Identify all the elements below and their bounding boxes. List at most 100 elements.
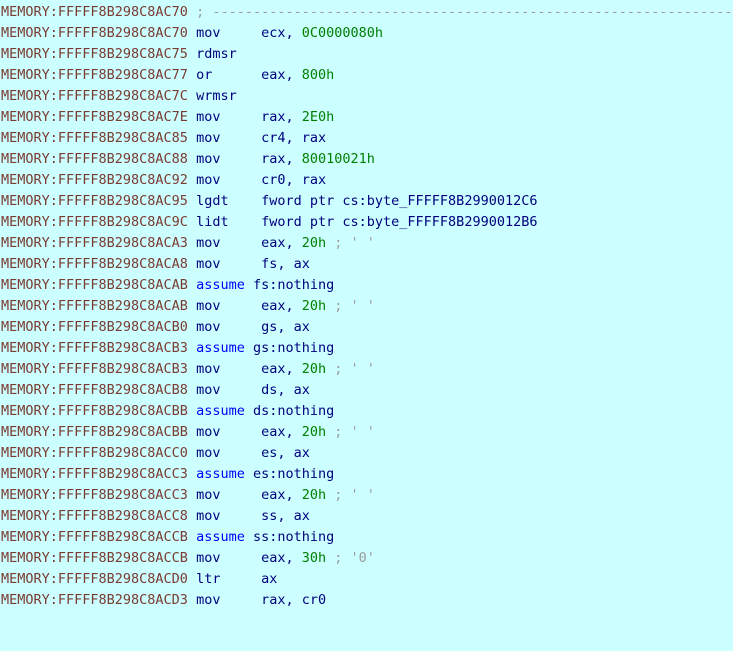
column-gap: [188, 592, 196, 608]
address-prefix: MEMORY:FFFFF8B298C8AC70: [1, 4, 188, 20]
disassembly-line[interactable]: MEMORY:FFFFF8B298C8AC70 mov ecx, 0C00000…: [1, 23, 733, 44]
token-mnem: mov: [196, 445, 262, 461]
address-prefix: MEMORY:FFFFF8B298C8ACB3: [1, 340, 188, 356]
token-reg: eax,: [261, 67, 302, 83]
token-reg: rax, cr0: [261, 592, 327, 608]
token-num: 80010021h: [301, 151, 375, 167]
address-prefix: MEMORY:FFFFF8B298C8AC95: [1, 193, 188, 209]
disassembly-line[interactable]: MEMORY:FFFFF8B298C8ACCB assume ss:nothin…: [1, 527, 733, 548]
disassembly-line[interactable]: MEMORY:FFFFF8B298C8AC92 mov cr0, rax: [1, 170, 733, 191]
column-gap: [188, 529, 196, 545]
disassembly-line[interactable]: MEMORY:FFFFF8B298C8AC7E mov rax, 2E0h: [1, 107, 733, 128]
address-prefix: MEMORY:FFFFF8B298C8ACB3: [1, 361, 188, 377]
disassembly-line[interactable]: MEMORY:FFFFF8B298C8ACC3 assume es:nothin…: [1, 464, 733, 485]
token-mnem: mov: [196, 151, 262, 167]
token-mnem: mov: [196, 256, 262, 272]
token-mnem: mov: [196, 592, 262, 608]
disassembly-line[interactable]: MEMORY:FFFFF8B298C8ACBB mov eax, 20h ; '…: [1, 422, 733, 443]
token-keyword: assume: [196, 340, 253, 356]
token-reg: fs, ax: [261, 256, 310, 272]
disassembly-line[interactable]: MEMORY:FFFFF8B298C8AC95 lgdt fword ptr c…: [1, 191, 733, 212]
token-reg: cr4, rax: [261, 130, 327, 146]
address-prefix: MEMORY:FFFFF8B298C8AC75: [1, 46, 188, 62]
token-mnem: mov: [196, 130, 262, 146]
disassembly-line[interactable]: MEMORY:FFFFF8B298C8AC9C lidt fword ptr c…: [1, 212, 733, 233]
disassembly-line[interactable]: MEMORY:FFFFF8B298C8AC85 mov cr4, rax: [1, 128, 733, 149]
token-reg: eax,: [261, 487, 302, 503]
disassembly-line[interactable]: MEMORY:FFFFF8B298C8ACB8 mov ds, ax: [1, 380, 733, 401]
token-dirtext: ss:nothing: [252, 529, 335, 545]
token-reg: fword ptr cs:: [261, 193, 367, 209]
disassembly-line[interactable]: MEMORY:FFFFF8B298C8ACAB assume fs:nothin…: [1, 275, 733, 296]
column-gap: [188, 487, 196, 503]
column-gap: [188, 4, 196, 20]
token-num: 20h: [301, 424, 327, 440]
token-mnem: mov: [196, 172, 262, 188]
token-reg: eax,: [261, 550, 302, 566]
disassembly-line[interactable]: MEMORY:FFFFF8B298C8ACC3 mov eax, 20h ; '…: [1, 485, 733, 506]
column-gap: [188, 403, 196, 419]
token-reg: ds, ax: [261, 382, 310, 398]
token-mnem: rdmsr: [196, 46, 237, 62]
token-reg: fword ptr cs:: [261, 214, 367, 230]
token-comment: ; ' ': [326, 298, 375, 314]
column-gap: [188, 340, 196, 356]
token-mnem: mov: [196, 508, 262, 524]
disassembly-line[interactable]: MEMORY:FFFFF8B298C8ACA3 mov eax, 20h ; '…: [1, 233, 733, 254]
token-mnem: mov: [196, 25, 262, 41]
token-name: byte_FFFFF8B2990012C6: [366, 193, 538, 209]
column-gap: [188, 67, 196, 83]
token-reg: ax: [261, 571, 278, 587]
token-mnem: wrmsr: [196, 88, 237, 104]
token-dirtext: es:nothing: [252, 466, 335, 482]
token-comment: ; ' ': [326, 487, 375, 503]
token-mnem: lidt: [196, 214, 262, 230]
address-prefix: MEMORY:FFFFF8B298C8ACA8: [1, 256, 188, 272]
token-comment: ; ' ': [326, 361, 375, 377]
disassembly-line[interactable]: MEMORY:FFFFF8B298C8ACAB mov eax, 20h ; '…: [1, 296, 733, 317]
token-keyword: assume: [196, 403, 253, 419]
token-num: 20h: [301, 298, 327, 314]
disassembly-line[interactable]: MEMORY:FFFFF8B298C8AC88 mov rax, 8001002…: [1, 149, 733, 170]
column-gap: [188, 445, 196, 461]
disassembly-view[interactable]: MEMORY:FFFFF8B298C8AC70 ; --------------…: [0, 0, 733, 651]
column-gap: [188, 424, 196, 440]
address-prefix: MEMORY:FFFFF8B298C8ACAB: [1, 298, 188, 314]
address-prefix: MEMORY:FFFFF8B298C8ACB8: [1, 382, 188, 398]
disassembly-line[interactable]: MEMORY:FFFFF8B298C8AC75 rdmsr: [1, 44, 733, 65]
column-gap: [188, 466, 196, 482]
disassembly-line[interactable]: MEMORY:FFFFF8B298C8ACC0 mov es, ax: [1, 443, 733, 464]
token-num: 0C0000080h: [301, 25, 384, 41]
address-prefix: MEMORY:FFFFF8B298C8ACC3: [1, 466, 188, 482]
column-gap: [188, 88, 196, 104]
disassembly-line[interactable]: MEMORY:FFFFF8B298C8ACB3 assume gs:nothin…: [1, 338, 733, 359]
disassembly-line[interactable]: MEMORY:FFFFF8B298C8ACB0 mov gs, ax: [1, 317, 733, 338]
column-gap: [188, 193, 196, 209]
disassembly-line[interactable]: MEMORY:FFFFF8B298C8ACD0 ltr ax: [1, 569, 733, 590]
disassembly-line[interactable]: MEMORY:FFFFF8B298C8ACC8 mov ss, ax: [1, 506, 733, 527]
address-prefix: MEMORY:FFFFF8B298C8ACAB: [1, 277, 188, 293]
disassembly-line[interactable]: MEMORY:FFFFF8B298C8AC7C wrmsr: [1, 86, 733, 107]
disassembly-line[interactable]: MEMORY:FFFFF8B298C8ACA8 mov fs, ax: [1, 254, 733, 275]
token-mnem: mov: [196, 361, 262, 377]
token-keyword: assume: [196, 529, 253, 545]
address-prefix: MEMORY:FFFFF8B298C8AC7E: [1, 109, 188, 125]
disassembly-line[interactable]: MEMORY:FFFFF8B298C8ACBB assume ds:nothin…: [1, 401, 733, 422]
token-reg: cr0, rax: [261, 172, 327, 188]
disassembly-line[interactable]: MEMORY:FFFFF8B298C8ACCB mov eax, 30h ; '…: [1, 548, 733, 569]
column-gap: [188, 550, 196, 566]
address-prefix: MEMORY:FFFFF8B298C8ACC0: [1, 445, 188, 461]
disassembly-line[interactable]: MEMORY:FFFFF8B298C8ACB3 mov eax, 20h ; '…: [1, 359, 733, 380]
disassembly-line[interactable]: MEMORY:FFFFF8B298C8AC77 or eax, 800h: [1, 65, 733, 86]
token-keyword: assume: [196, 277, 253, 293]
disassembly-line[interactable]: MEMORY:FFFFF8B298C8ACD3 mov rax, cr0: [1, 590, 733, 611]
token-num: 800h: [301, 67, 335, 83]
address-prefix: MEMORY:FFFFF8B298C8ACCB: [1, 529, 188, 545]
disassembly-line[interactable]: MEMORY:FFFFF8B298C8AC70 ; --------------…: [1, 2, 733, 23]
token-reg: es, ax: [261, 445, 310, 461]
column-gap: [188, 46, 196, 62]
address-prefix: MEMORY:FFFFF8B298C8AC85: [1, 130, 188, 146]
token-reg: eax,: [261, 235, 302, 251]
address-prefix: MEMORY:FFFFF8B298C8ACA3: [1, 235, 188, 251]
token-reg: gs, ax: [261, 319, 310, 335]
